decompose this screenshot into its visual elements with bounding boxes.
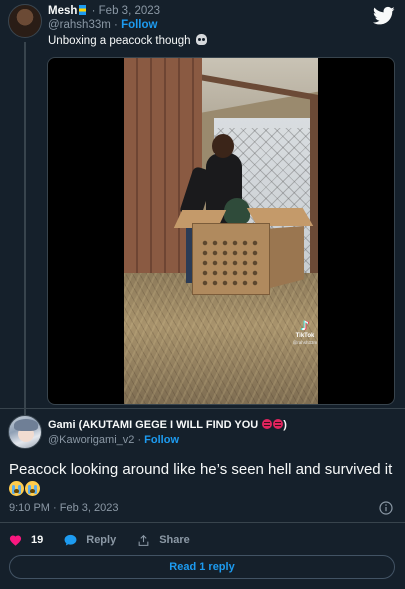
reply-text-body: Peacock looking around like he’s seen he… bbox=[9, 461, 393, 478]
separator-dot: · bbox=[114, 19, 118, 31]
loudly-crying-face-emoji-icon bbox=[25, 481, 40, 496]
follow-button[interactable]: Follow bbox=[121, 19, 157, 31]
reply-display-name-close: ) bbox=[283, 419, 287, 431]
divider bbox=[0, 408, 405, 409]
heart-icon bbox=[9, 535, 22, 546]
reply-timestamp[interactable]: 9:10 PM · Feb 3, 2023 bbox=[9, 502, 118, 514]
author-row: Mesh · Feb 3, 2023 bbox=[48, 5, 160, 17]
loudly-crying-face-emoji-icon bbox=[9, 481, 24, 496]
flag-badge-icon bbox=[79, 5, 87, 15]
twitter-bird-icon[interactable] bbox=[373, 6, 395, 26]
video-frame[interactable]: ♪ TikTok @rahsh33m bbox=[124, 58, 318, 404]
tiktok-handle: @rahsh33m bbox=[292, 340, 318, 345]
share-icon bbox=[138, 534, 149, 546]
like-button[interactable]: 19 bbox=[9, 534, 43, 546]
reply-display-name[interactable]: Gami (AKUTAMI GEGE I WILL FIND YOU ) bbox=[48, 419, 287, 431]
share-button[interactable]: Share bbox=[137, 534, 190, 547]
reply-avatar[interactable] bbox=[8, 415, 42, 449]
tiktok-label: TikTok bbox=[295, 333, 315, 339]
reply-handle-row: @Kaworigami_v2 · Follow bbox=[48, 434, 179, 446]
video-box-side bbox=[270, 226, 304, 288]
reply-handle[interactable]: @Kaworigami_v2 bbox=[48, 434, 134, 446]
skull-emoji-icon bbox=[195, 34, 207, 45]
reply-time: 9:10 PM bbox=[9, 502, 50, 514]
video-person-head bbox=[212, 134, 234, 158]
reply-date: Feb 3, 2023 bbox=[59, 502, 119, 514]
angry-face-emoji-icon bbox=[262, 419, 273, 429]
handle[interactable]: @rahsh33m bbox=[48, 19, 111, 31]
reply-icon bbox=[64, 534, 77, 546]
reply-follow-button[interactable]: Follow bbox=[144, 434, 179, 446]
separator-dot: · bbox=[53, 502, 57, 514]
action-bar: 19 Reply Share bbox=[9, 532, 211, 548]
share-label: Share bbox=[159, 534, 190, 546]
reply-label: Reply bbox=[86, 534, 117, 546]
reply-display-name-text: Gami (AKUTAMI GEGE I WILL FIND YOU bbox=[48, 419, 259, 431]
thread-line bbox=[24, 42, 26, 416]
tiktok-icon: ♪ bbox=[300, 319, 310, 334]
divider bbox=[0, 522, 405, 523]
handle-row: @rahsh33m · Follow bbox=[48, 19, 157, 31]
video-peacock bbox=[224, 198, 250, 224]
reply-button[interactable]: Reply bbox=[64, 534, 116, 546]
info-icon[interactable] bbox=[379, 501, 393, 515]
video-box-holes bbox=[200, 238, 262, 286]
angry-face-emoji-icon bbox=[273, 419, 284, 429]
tweet-text-body: Unboxing a peacock though bbox=[48, 35, 191, 47]
separator-dot: · bbox=[137, 434, 142, 446]
like-count: 19 bbox=[31, 534, 44, 546]
reply-text: Peacock looking around like he’s seen he… bbox=[9, 460, 401, 500]
tweet-date[interactable]: Feb 3, 2023 bbox=[99, 5, 160, 17]
separator-dot: · bbox=[91, 5, 96, 17]
read-replies-button[interactable]: Read 1 reply bbox=[9, 555, 395, 579]
tweet-text: Unboxing a peacock though bbox=[48, 34, 207, 47]
tiktok-watermark: ♪ TikTok @rahsh33m bbox=[292, 320, 318, 346]
video-player[interactable]: ♪ TikTok @rahsh33m bbox=[47, 57, 395, 405]
display-name[interactable]: Mesh bbox=[48, 5, 77, 17]
avatar[interactable] bbox=[8, 4, 42, 38]
video-post bbox=[310, 98, 318, 298]
